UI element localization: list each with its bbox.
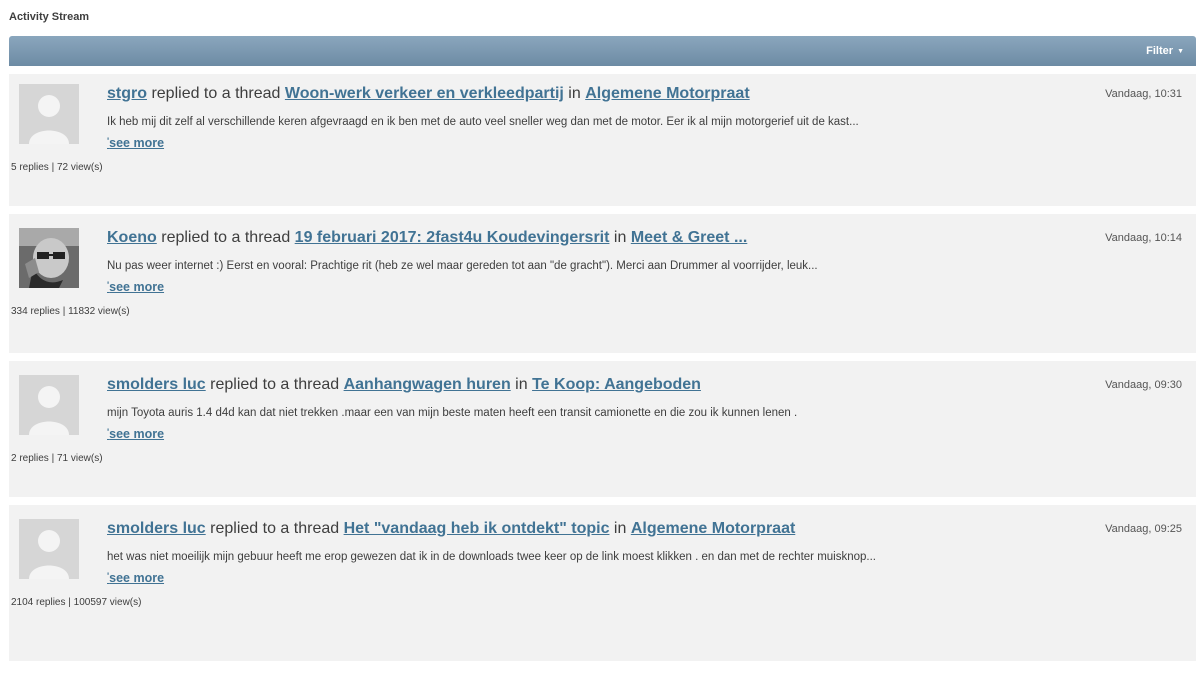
activity-list: stgro replied to a thread Woon-werk verk… [9,74,1196,661]
activity-stream-page: Activity Stream Filter ▼ stgro replied t… [0,0,1203,696]
see-more-label: see more [109,427,165,441]
activity-prep: in [613,520,627,537]
user-link[interactable]: stgro [107,85,147,102]
activity-verb: replied to a thread [151,85,281,102]
activity-prep: in [613,229,627,246]
filter-button[interactable]: Filter ▼ [1146,45,1184,57]
see-more-link[interactable]: 'see more [107,136,164,150]
thread-link[interactable]: 19 februari 2017: 2fast4u Koudevingersri… [295,229,610,246]
activity-headline: smolders luc replied to a thread Aanhang… [107,375,1182,399]
forum-link[interactable]: Algemene Motorpraat [585,85,749,102]
default-avatar-icon[interactable] [19,375,79,435]
thread-link[interactable]: Het "vandaag heb ik ontdekt" topic [344,520,610,537]
activity-item: stgro replied to a thread Woon-werk verk… [9,74,1196,206]
see-more-label: see more [109,571,165,585]
thread-stats: 334 replies | 11832 view(s) [11,306,130,317]
thread-stats: 2104 replies | 100597 view(s) [11,597,142,608]
post-excerpt: Nu pas weer internet :) Eerst en vooral:… [107,260,818,272]
activity-verb: replied to a thread [161,229,291,246]
filter-label: Filter [1146,45,1174,57]
see-more-label: see more [109,280,165,294]
see-more-link[interactable]: 'see more [107,571,164,585]
see-more-link[interactable]: 'see more [107,427,164,441]
section-title: Activity Stream [9,11,90,23]
post-excerpt: mijn Toyota auris 1.4 d4d kan dat niet t… [107,407,798,419]
see-more-label: see more [109,136,165,150]
activity-headline: smolders luc replied to a thread Het "va… [107,519,1182,543]
activity-headline: stgro replied to a thread Woon-werk verk… [107,84,1182,108]
activity-headline: Koeno replied to a thread 19 februari 20… [107,228,1182,252]
activity-prep: in [568,85,581,102]
post-excerpt: het was niet moeilijk mijn gebuur heeft … [107,551,876,563]
activity-item: Koeno replied to a thread 19 februari 20… [9,214,1196,353]
activity-time: Vandaag, 09:30 [1105,379,1182,391]
activity-item: smolders luc replied to a thread Aanhang… [9,361,1196,497]
activity-time: Vandaag, 10:31 [1105,88,1182,100]
user-link[interactable]: Koeno [107,229,157,246]
forum-link[interactable]: Meet & Greet ... [631,229,747,246]
activity-item: smolders luc replied to a thread Het "va… [9,505,1196,661]
stream-toolbar: Filter ▼ [9,36,1196,66]
user-photo[interactable] [19,228,79,288]
thread-stats: 2 replies | 71 view(s) [11,453,103,464]
forum-link[interactable]: Te Koop: Aangeboden [532,376,701,393]
activity-time: Vandaag, 09:25 [1105,523,1182,535]
user-link[interactable]: smolders luc [107,376,206,393]
forum-link[interactable]: Algemene Motorpraat [631,520,795,537]
thread-link[interactable]: Woon-werk verkeer en verkleedpartij [285,85,564,102]
default-avatar-icon[interactable] [19,84,79,144]
default-avatar-icon[interactable] [19,519,79,579]
user-link[interactable]: smolders luc [107,520,206,537]
activity-time: Vandaag, 10:14 [1105,232,1182,244]
activity-verb: replied to a thread [210,376,340,393]
activity-prep: in [515,376,528,393]
post-excerpt: Ik heb mij dit zelf al verschillende ker… [107,116,859,128]
see-more-link[interactable]: 'see more [107,280,164,294]
thread-link[interactable]: Aanhangwagen huren [344,376,511,393]
activity-verb: replied to a thread [210,520,340,537]
thread-stats: 5 replies | 72 view(s) [11,162,103,173]
caret-down-icon: ▼ [1177,47,1184,55]
